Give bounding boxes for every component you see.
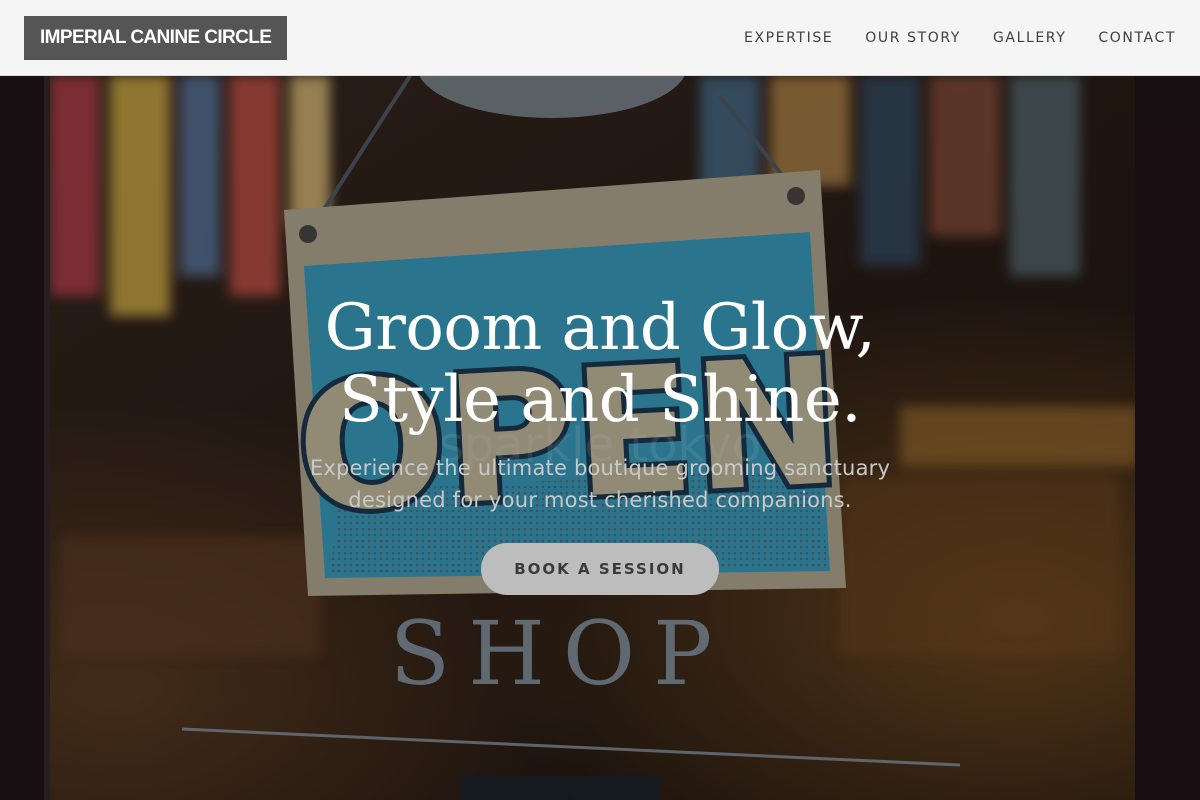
site-header: IMPERIAL CANINE CIRCLE EXPERTISE OUR STO… [0,0,1200,76]
hero-subtitle-line2: designed for your most cherished compani… [348,488,852,512]
hero-content: Groom and Glow, Style and Shine. Experie… [0,76,1200,800]
hero-subtitle-line1: Experience the ultimate boutique groomin… [309,456,891,480]
hero-subtitle: Experience the ultimate boutique groomin… [300,452,900,516]
hero-section: OPEN sparkle tokyo SHOP Groom and Glow, … [0,76,1200,800]
nav-link-contact[interactable]: CONTACT [1098,30,1176,46]
nav-link-gallery[interactable]: GALLERY [993,30,1066,46]
hero-headline-line1: Groom and Glow, [324,291,876,365]
book-session-button[interactable]: BOOK A SESSION [481,543,719,595]
nav-link-expertise[interactable]: EXPERTISE [744,30,833,46]
nav-link-our-story[interactable]: OUR STORY [865,30,961,46]
hero-headline-line2: Style and Shine. [338,363,862,437]
main-nav: EXPERTISE OUR STORY GALLERY CONTACT [744,0,1176,76]
hero-headline: Groom and Glow, Style and Shine. [0,292,1200,436]
brand-logo[interactable]: IMPERIAL CANINE CIRCLE [24,16,288,60]
